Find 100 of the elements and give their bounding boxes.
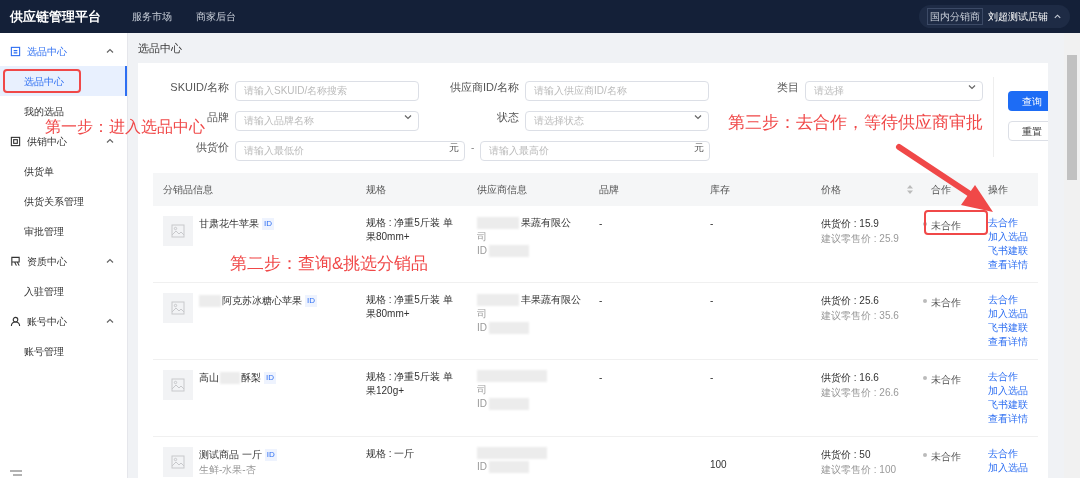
supplier-text: 丰果蔬有限公	[521, 293, 581, 306]
filter-label: 供货价	[196, 139, 229, 155]
retail-price: 建议零售价 : 35.6	[821, 309, 900, 323]
user-icon	[10, 315, 21, 327]
sidebar-item[interactable]: 账号管理	[24, 343, 64, 359]
supply-price: 供货价 : 15.9	[821, 217, 880, 231]
action-link[interactable]: 加入选品	[988, 307, 1028, 321]
retail-price: 建议零售价 : 100	[821, 463, 898, 477]
role-badge: 国内分销商	[927, 8, 983, 25]
annotation-text: 第三步：去合作，等待供应商审批	[728, 112, 983, 134]
sidebar-item[interactable]: 审批管理	[24, 223, 64, 239]
action-link[interactable]: 查看详情	[988, 412, 1028, 426]
supply-price: 供货价 : 50	[821, 448, 872, 462]
action-link[interactable]: 飞书建联	[988, 321, 1028, 335]
supplier-text: 果蔬有限公	[521, 216, 571, 229]
action-link[interactable]: 加入选品	[988, 384, 1028, 398]
sidebar-group[interactable]: 账号中心	[27, 313, 99, 329]
column-header: 规格	[366, 183, 386, 197]
collapse-icon[interactable]	[10, 470, 22, 476]
input-field[interactable]: 请输入SKUID/名称搜索	[235, 80, 419, 101]
product-name: 阿克苏冰糖心苹果	[222, 294, 302, 308]
nav-link[interactable]: 服务市场	[132, 9, 172, 24]
shop-name: 刘超测试店铺	[988, 10, 1048, 24]
image-placeholder-icon	[163, 293, 193, 323]
column-header: 品牌	[599, 183, 619, 197]
sort-icon[interactable]	[907, 185, 913, 194]
action-link[interactable]: 飞书建联	[988, 244, 1028, 258]
scrollbar[interactable]	[1064, 33, 1080, 478]
sidebar-group[interactable]: 选品中心	[27, 43, 99, 59]
spec-text: 规格 : 净重5斤装 单果80mm+	[366, 293, 454, 321]
select-field[interactable]: 请选择状态	[525, 110, 709, 131]
column-header: 操作	[988, 183, 1008, 197]
supplier-text: ID	[477, 244, 487, 257]
action-link[interactable]: 查看详情	[988, 258, 1028, 272]
category-path: 生鲜-水果-杏	[199, 463, 257, 477]
action-link[interactable]: 去合作	[988, 447, 1018, 461]
nav-link[interactable]: 商家后台	[196, 9, 236, 24]
brand-text: -	[599, 218, 603, 229]
spec-text: 规格 : 净重5斤装 单果80mm+	[366, 216, 454, 244]
sidebar-item[interactable]: 供货关系管理	[24, 193, 84, 209]
document-icon	[10, 45, 21, 57]
sidebar-group[interactable]: 资质中心	[27, 253, 99, 269]
select-field[interactable]: 请选择	[805, 80, 983, 101]
id-tag[interactable]: ID	[305, 294, 317, 307]
range-separator: -	[471, 140, 475, 155]
image-placeholder-icon	[163, 216, 193, 246]
supplier-text: ID	[477, 321, 487, 334]
stock-text: -	[710, 295, 714, 306]
chevron-down-icon	[693, 112, 703, 122]
action-link[interactable]: 查看详情	[988, 335, 1028, 349]
product-name: 甘肃花牛苹果	[199, 217, 259, 231]
product-name: 高山	[199, 371, 219, 385]
supply-price: 供货价 : 25.6	[821, 294, 880, 308]
chevron-up-icon	[1053, 12, 1062, 21]
annotation-text: 第二步：查询&挑选分销品	[230, 253, 429, 275]
filter-label: 供应商ID/名称	[449, 79, 519, 95]
supplier-text: 司	[477, 230, 487, 243]
query-button[interactable]: 查询	[1008, 91, 1048, 111]
chevron-down-icon	[967, 82, 977, 92]
action-link[interactable]: 去合作	[988, 370, 1018, 384]
column-header: 供应商信息	[477, 183, 527, 197]
action-link[interactable]: 飞书建联	[988, 398, 1028, 412]
brand-text: -	[599, 372, 603, 383]
retail-price: 建议零售价 : 26.6	[821, 386, 900, 400]
reset-button[interactable]: 重置	[1008, 121, 1048, 141]
id-tag[interactable]: ID	[264, 448, 277, 461]
sidebar-item[interactable]: 我的选品	[24, 103, 64, 119]
stock-text: 100	[710, 459, 727, 470]
highlight-box	[924, 210, 988, 235]
sidebar-item[interactable]: 选品中心	[0, 66, 127, 96]
id-tag[interactable]: ID	[262, 217, 274, 230]
status-text: 未合作	[931, 296, 961, 310]
column-header: 库存	[710, 183, 730, 197]
action-link[interactable]: 加入选品	[988, 230, 1028, 244]
status-text: 未合作	[931, 450, 961, 464]
sidebar-item[interactable]: 供货单	[24, 163, 54, 179]
retail-price: 建议零售价 : 25.9	[821, 232, 900, 246]
image-placeholder-icon	[163, 447, 193, 477]
filter-label: 状态	[497, 109, 519, 125]
certificate-icon	[10, 255, 21, 267]
app-title: 供应链管理平台	[10, 7, 102, 26]
action-link[interactable]: 加入选品	[988, 461, 1028, 475]
account-menu[interactable]: 国内分销商 刘超测试店铺	[919, 5, 1070, 28]
filter-label: 类目	[777, 79, 799, 95]
input-field[interactable]: 请输入供应商ID/名称	[525, 80, 709, 101]
filter-label: SKUID/名称	[170, 79, 229, 95]
spec-text: 规格 : 一斤	[366, 447, 416, 461]
action-link[interactable]: 去合作	[988, 293, 1018, 307]
supplier-text: 司	[477, 307, 487, 320]
supply-price: 供货价 : 16.6	[821, 371, 880, 385]
id-tag[interactable]: ID	[264, 371, 276, 384]
chevron-down-icon	[403, 112, 413, 122]
column-header: 价格	[821, 183, 841, 197]
status-text: 未合作	[931, 219, 961, 233]
supplier-text: ID	[477, 397, 487, 410]
action-link[interactable]: 去合作	[988, 216, 1018, 230]
supplier-text: ID	[477, 460, 487, 473]
sidebar-item[interactable]: 入驻管理	[24, 283, 64, 299]
product-name: 测试商品 一斤	[199, 448, 262, 462]
spec-text: 规格 : 净重5斤装 单果120g+	[366, 370, 454, 398]
